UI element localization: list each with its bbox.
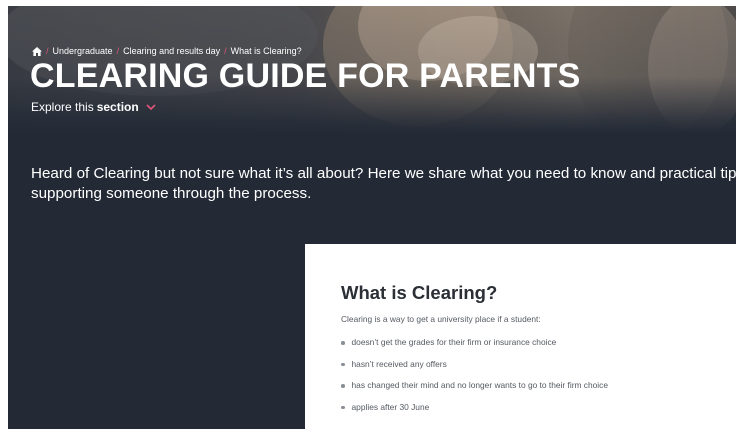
list-item: has changed their mind and no longer wan… xyxy=(341,380,608,402)
bullet-icon xyxy=(341,362,345,366)
chevron-down-icon xyxy=(146,103,156,110)
breadcrumb: / Undergraduate / Clearing and results d… xyxy=(32,46,302,56)
page-title: CLEARING GUIDE FOR PARENTS xyxy=(30,57,581,95)
intro-line: Heard of Clearing but not sure what it’s… xyxy=(31,165,736,182)
list-item-text: applies after 30 June xyxy=(351,401,430,412)
card-lead: Clearing is a way to get a university pl… xyxy=(341,314,541,324)
bullet-icon xyxy=(341,384,345,388)
breadcrumb-link-undergraduate[interactable]: Undergraduate xyxy=(53,46,113,56)
bullet-icon xyxy=(341,405,345,409)
breadcrumb-separator: / xyxy=(116,46,120,56)
card-heading: What is Clearing? xyxy=(341,282,498,303)
explore-label-bold: section xyxy=(96,100,139,114)
list-item: doesn’t get the grades for their firm or… xyxy=(341,337,608,359)
explore-label: Explore this xyxy=(31,100,94,114)
content-card: What is Clearing? Clearing is a way to g… xyxy=(305,244,736,429)
page: / Undergraduate / Clearing and results d… xyxy=(8,6,736,429)
breadcrumb-link-clearing[interactable]: Clearing and results day xyxy=(123,46,220,56)
breadcrumb-separator: / xyxy=(224,46,227,56)
list-item-text: has changed their mind and no longer wan… xyxy=(351,380,609,390)
explore-section-toggle[interactable]: Explore this section xyxy=(31,100,156,114)
list-item-text: doesn’t get the grades for their firm or… xyxy=(351,337,557,347)
hero-banner: / Undergraduate / Clearing and results d… xyxy=(8,6,736,134)
home-icon[interactable] xyxy=(32,46,42,56)
list-item-text: hasn’t received any offers xyxy=(351,358,447,369)
intro-text: Heard of Clearing but not sure what it’s… xyxy=(31,164,736,204)
list-item: applies after 30 June xyxy=(341,402,608,424)
list-item: hasn’t received any offers xyxy=(341,359,608,381)
breadcrumb-current: What is Clearing? xyxy=(230,46,302,56)
criteria-list: doesn’t get the grades for their firm or… xyxy=(341,337,608,423)
bullet-icon xyxy=(341,341,345,345)
intro-line: supporting someone through the process. xyxy=(31,185,312,202)
breadcrumb-separator: / xyxy=(46,46,49,56)
